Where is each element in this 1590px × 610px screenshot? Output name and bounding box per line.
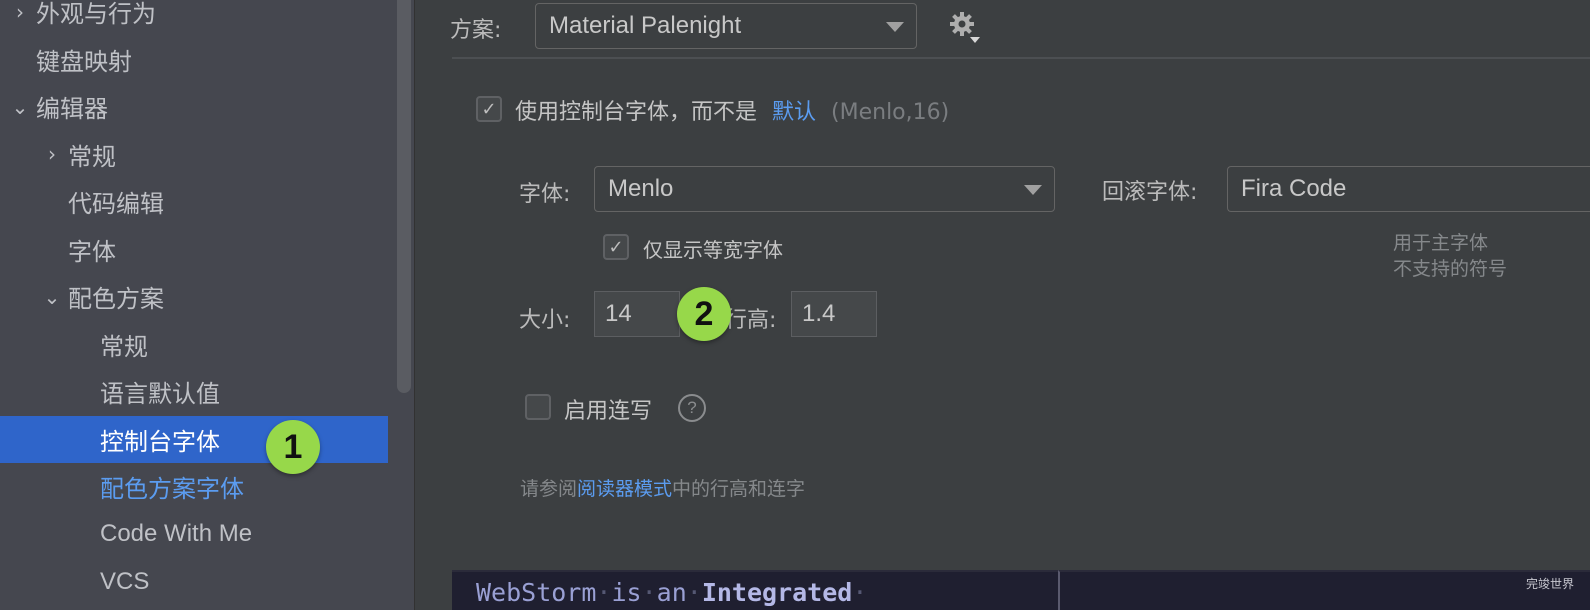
help-icon[interactable]: ? [678, 394, 706, 422]
preview-word: Integrated [701, 578, 853, 607]
dropdown-arrow-icon [1024, 185, 1042, 195]
scheme-label: 方案: [450, 18, 502, 43]
gear-icon[interactable] [948, 10, 982, 44]
sidebar-item[interactable]: 控制台字体 [0, 415, 388, 463]
font-label: 字体: [519, 182, 571, 207]
sidebar-item-label: 键盘映射 [36, 47, 132, 76]
sidebar-item[interactable]: › 常规 [0, 131, 388, 178]
enable-ligatures-label: 启用连写 [564, 399, 653, 424]
chevron-right-icon[interactable]: › [8, 0, 32, 24]
sidebar-item-label: 语言默认值 [100, 380, 220, 408]
scheme-dropdown[interactable]: Material Palenight [535, 3, 917, 49]
sidebar-item[interactable]: ⌄ 编辑器 [0, 83, 388, 130]
sidebar-item[interactable]: 语言默认值 [0, 368, 388, 415]
preview-word: an [656, 578, 687, 607]
sidebar-item-label: 控制台字体 [100, 427, 220, 456]
dropdown-arrow-icon [886, 22, 904, 32]
sidebar-item-label: 常规 [100, 332, 148, 361]
fallback-font-label: 回滚字体: [1102, 180, 1198, 205]
monospace-only-checkbox[interactable]: ✓ [603, 234, 629, 260]
sidebar-scrollbar[interactable] [397, 0, 411, 393]
font-dropdown[interactable]: Menlo [594, 166, 1055, 212]
preview-text: WebStorm·is·an·Integrated· [476, 578, 867, 607]
sidebar-item-label: 字体 [68, 237, 116, 266]
whitespace-marker: · [686, 578, 702, 607]
sidebar-item[interactable]: VCS [0, 558, 388, 605]
whitespace-marker: · [641, 578, 657, 607]
header-divider [452, 57, 1590, 59]
sidebar-item[interactable]: 常规 [0, 321, 388, 368]
preview-word: WebStorm [476, 578, 597, 607]
fallback-font-value: Fira Code [1241, 175, 1347, 202]
callout-badge-2: 2 [677, 287, 731, 341]
reader-mode-link[interactable]: 阅读器模式 [577, 478, 672, 500]
default-font-info: (Menlo,16) [831, 100, 950, 125]
callout-badge-1: 1 [266, 420, 320, 474]
sidebar-item[interactable]: Code With Me [0, 511, 388, 558]
use-console-font-checkbox[interactable]: ✓ [476, 96, 502, 122]
checkmark-icon: ✓ [481, 98, 497, 120]
enable-ligatures-checkbox[interactable] [525, 394, 551, 420]
size-label: 大小: [519, 308, 571, 333]
sidebar-item-label: 代码编辑 [68, 190, 164, 218]
sidebar-item-label: Code With Me [100, 520, 253, 547]
line-height-input[interactable]: 1.4 [791, 291, 877, 337]
sidebar-item[interactable]: 键盘映射 [0, 36, 388, 83]
whitespace-marker: · [852, 578, 868, 607]
sidebar-item[interactable]: ⌄ 配色方案 [0, 273, 388, 320]
use-console-font-label: 使用控制台字体，而不是 [515, 100, 758, 125]
fallback-hint-line-2: 不支持的符号 [1393, 258, 1508, 280]
sidebar-item[interactable]: 配色方案字体 [0, 463, 388, 510]
chevron-down-icon[interactable]: ⌄ [40, 285, 64, 309]
font-dropdown-value: Menlo [608, 175, 674, 202]
sidebar-item-label: 常规 [68, 142, 116, 171]
watermark: 完竣世界 [1525, 577, 1574, 591]
sidebar-item-label: 配色方案 [68, 285, 164, 313]
sidebar-item-label: VCS [100, 567, 150, 595]
monospace-only-label: 仅显示等宽字体 [643, 238, 783, 262]
checkmark-icon: ✓ [608, 236, 624, 258]
font-size-input[interactable]: 14 [594, 291, 680, 337]
default-font-link[interactable]: 默认 [772, 100, 816, 125]
chevron-right-icon[interactable]: › [40, 142, 64, 166]
settings-sidebar: › 外观与行为 键盘映射 ⌄ 编辑器 › 常规 代码编辑 字体 ⌄ 配色方案 常规 语言默认值 控制台字体… [0, 0, 415, 610]
sidebar-item-label: 外观与行为 [36, 0, 156, 28]
sidebar-item[interactable]: 代码编辑 [0, 178, 388, 225]
settings-content-panel: 方案: Material Palenight ✓ 使用控制台字体，而不是 默认 … [416, 0, 1590, 610]
reader-mode-hint-suffix: 中的行高和连字 [672, 478, 806, 500]
sidebar-item-label: 配色方案字体 [100, 475, 244, 503]
reader-mode-hint-prefix: 请参阅 [520, 478, 578, 500]
preview-gutter-right [1058, 570, 1590, 610]
fallback-hint-line-1: 用于主字体 [1393, 232, 1489, 254]
sidebar-item[interactable]: 字体 [0, 226, 388, 273]
sidebar-item-label: 编辑器 [36, 95, 108, 123]
line-height-label: 行高: [725, 308, 777, 333]
whitespace-marker: · [596, 578, 612, 607]
preview-word: is [611, 578, 642, 607]
use-console-font-row: 使用控制台字体，而不是 默认 (Menlo,16) [515, 94, 949, 126]
scheme-dropdown-value: Material Palenight [549, 12, 742, 39]
reader-mode-hint: 请参阅阅读器模式中的行高和连字 [520, 474, 805, 501]
chevron-down-icon[interactable]: ⌄ [8, 95, 32, 119]
sidebar-item[interactable]: › 外观与行为 [0, 0, 388, 35]
fallback-font-dropdown[interactable]: Fira Code [1227, 166, 1590, 212]
fallback-font-hint: 用于主字体 不支持的符号 [1393, 230, 1507, 282]
